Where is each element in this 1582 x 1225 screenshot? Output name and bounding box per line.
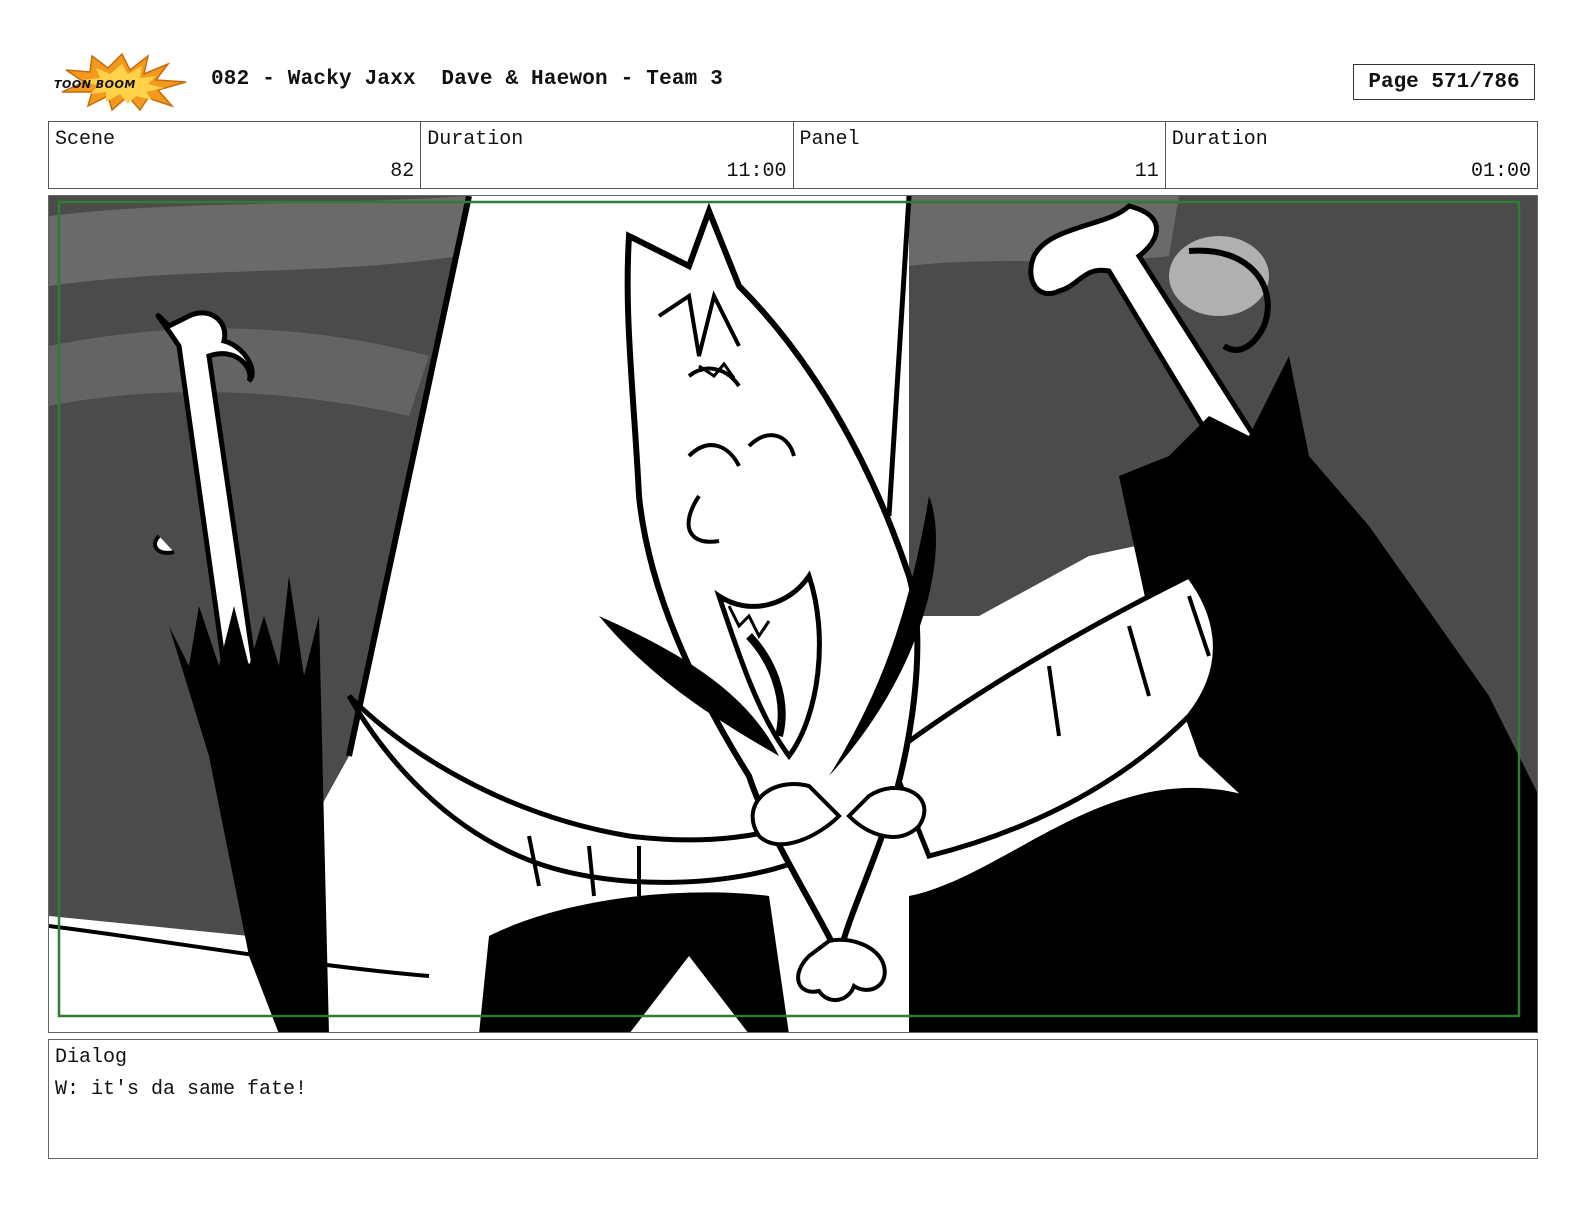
dialog-box: Dialog W: it's da same fate! [48, 1039, 1538, 1159]
dialog-text: W: it's da same fate! [55, 1078, 308, 1101]
storyboard-panel-image [48, 195, 1538, 1033]
panel-duration-cell: Duration 01:00 [1166, 122, 1537, 188]
scene-duration-cell: Duration 11:00 [421, 122, 794, 188]
scene-label: Scene [55, 128, 116, 151]
toon-boom-logo: TOON BOOM [52, 50, 190, 112]
scene-cell: Scene 82 [49, 122, 422, 188]
panel-duration-value: 01:00 [1470, 160, 1531, 183]
scene-value: 82 [390, 160, 415, 183]
scene-duration-value: 11:00 [726, 160, 787, 183]
scene-duration-label: Duration [427, 128, 524, 151]
panel-drawing [49, 196, 1537, 1032]
dialog-label: Dialog [55, 1046, 128, 1069]
storyboard-title: 082 - Wacky Jaxx Dave & Haewon - Team 3 [211, 68, 724, 91]
panel-duration-label: Duration [1171, 128, 1268, 151]
logo-wordmark: TOON BOOM [54, 78, 136, 91]
page-header: TOON BOOM 082 - Wacky Jaxx Dave & Haewon… [0, 0, 1582, 118]
panel-cell: Panel 11 [794, 122, 1166, 188]
page-counter: Page 571/786 [1353, 64, 1535, 100]
panel-label: Panel [799, 128, 860, 151]
panel-value: 11 [1134, 160, 1159, 183]
shot-info-table: Scene 82 Duration 11:00 Panel 11 Duratio… [48, 121, 1538, 189]
